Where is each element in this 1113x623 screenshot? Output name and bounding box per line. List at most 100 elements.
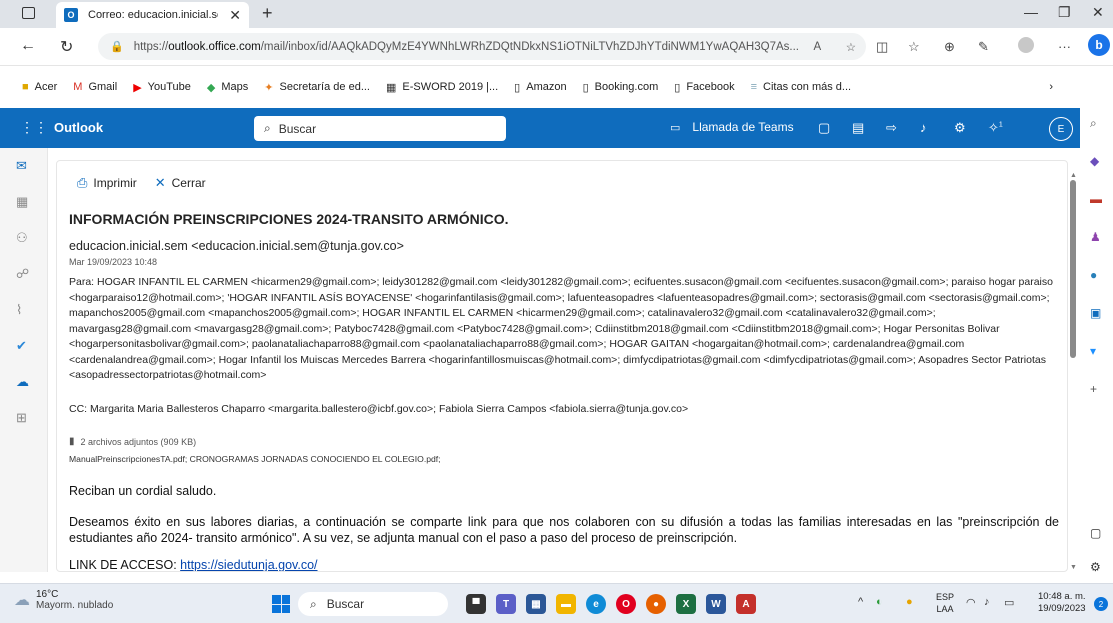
attach-icon[interactable]: ⌇ <box>16 302 22 318</box>
apps-icon[interactable]: ⊞ <box>16 410 27 426</box>
favorite-secretaria[interactable]: ✦ Secretaría de ed... <box>264 81 370 94</box>
acrobat-icon[interactable]: A <box>736 594 756 614</box>
message-sender[interactable]: educacion.inicial.sem <educacion.inicial… <box>69 239 404 253</box>
chrome-icon[interactable]: ● <box>646 594 666 614</box>
tab-actions-icon[interactable] <box>22 7 35 19</box>
scroll-up-icon[interactable]: ▲ <box>1070 172 1077 179</box>
favorite-acer[interactable]: ■ Acer <box>22 81 57 93</box>
toolbox-icon[interactable]: ▬ <box>1090 192 1102 206</box>
microsoft365-icon[interactable]: ● <box>1090 268 1097 282</box>
close-button[interactable]: ✕ Cerrar <box>155 175 206 191</box>
outlook-brand[interactable]: Outlook <box>54 120 103 135</box>
gear-icon[interactable]: ⚙ <box>954 120 966 136</box>
new-tab-icon[interactable]: + <box>262 3 273 24</box>
print-button[interactable]: ⎙ Imprimir <box>77 175 137 191</box>
taskbar-search[interactable]: ⌕ Buscar <box>298 592 448 616</box>
opera-icon[interactable]: O <box>616 594 636 614</box>
collections-icon[interactable]: ⊕ <box>944 39 955 55</box>
drop-icon[interactable]: ▾ <box>1090 344 1096 358</box>
people-icon[interactable]: ⚇ <box>16 230 28 246</box>
minimize-icon[interactable]: — <box>1024 4 1038 20</box>
favorites-icon[interactable]: ☆ <box>908 39 920 55</box>
file-explorer-dark-icon[interactable]: ▀ <box>466 594 486 614</box>
scroll-down-icon[interactable]: ▼ <box>1070 564 1077 571</box>
language-indicator[interactable]: ESP LAA <box>936 591 954 615</box>
groups-icon[interactable]: ☍ <box>16 266 29 282</box>
back-icon[interactable]: ← <box>20 37 36 55</box>
folder-icon: ■ <box>22 81 29 93</box>
attachments-summary[interactable]: ▮ 2 archivos adjuntos (909 KB) <box>69 436 196 447</box>
tray-expand-icon[interactable]: ^ <box>858 596 863 608</box>
favorite-citas[interactable]: ≡ Citas con más d... <box>751 81 851 93</box>
weather-widget[interactable]: ☁ 16°C Mayorm. nublado <box>14 589 113 611</box>
refresh-icon[interactable]: ↻ <box>60 37 73 57</box>
split-screen-icon[interactable]: ◫ <box>876 39 888 55</box>
favorite-esword[interactable]: ▦ E-SWORD 2019 |... <box>386 81 498 94</box>
calendar-icon[interactable]: ▦ <box>16 194 28 210</box>
wifi-icon[interactable]: ◠ <box>966 596 976 609</box>
window-close-icon[interactable]: ✕ <box>1092 4 1104 21</box>
favorites-more-icon[interactable]: › <box>1049 81 1053 93</box>
favorite-gmail[interactable]: M Gmail <box>73 81 117 93</box>
lock-icon: 🔒 <box>110 41 124 53</box>
bing-copilot-icon[interactable]: b <box>1088 34 1110 56</box>
chrome-tray-icon[interactable]: ● <box>906 596 913 608</box>
start-button[interactable] <box>272 595 290 613</box>
tasks-icon[interactable]: ⇨ <box>886 120 897 136</box>
add-icon[interactable]: + <box>1090 382 1097 396</box>
browser-tab[interactable]: O Correo: educacion.inicial.se ✕ <box>56 2 249 28</box>
search-input[interactable]: ⌕ Buscar <box>254 116 506 141</box>
network-app-icon[interactable]: ◐ <box>876 596 883 608</box>
mail-icon[interactable]: ✉ <box>16 158 27 174</box>
favorite-booking[interactable]: ▯ Booking.com <box>583 81 659 94</box>
bell-icon[interactable]: ♪ <box>920 120 927 135</box>
teams-icon[interactable]: T <box>496 594 516 614</box>
close-label: Cerrar <box>171 176 206 190</box>
onedrive-icon[interactable]: ☁ <box>16 374 29 390</box>
user-avatar[interactable]: E <box>1049 117 1073 141</box>
store-icon[interactable]: ▦ <box>526 594 546 614</box>
settings-icon[interactable]: ⚙ <box>1090 560 1101 574</box>
favorite-label: Secretaría de ed... <box>279 81 370 93</box>
outlook-side-icon[interactable]: ▣ <box>1090 306 1101 320</box>
battery-icon[interactable]: ▭ <box>1004 596 1014 609</box>
favorite-amazon[interactable]: ▯ Amazon <box>514 81 566 94</box>
games-icon[interactable]: ♟ <box>1090 230 1101 244</box>
access-link[interactable]: https://siedutunja.gov.co/ <box>180 558 317 571</box>
chat-icon[interactable]: ▢ <box>818 120 830 136</box>
teams-call-button[interactable]: ▭ Llamada de Teams <box>670 120 794 134</box>
favorite-youtube[interactable]: ▶ YouTube <box>133 81 191 94</box>
notebook-icon[interactable]: ▤ <box>852 120 864 136</box>
volume-icon[interactable]: ♪ <box>984 596 990 608</box>
favorite-facebook[interactable]: ▯ Facebook <box>674 81 734 94</box>
excel-icon[interactable]: X <box>676 594 696 614</box>
attachments-list[interactable]: ManualPreinscripcionesTA.pdf; CRONOGRAMA… <box>69 454 441 464</box>
profile-avatar[interactable] <box>1018 37 1034 53</box>
restore-icon[interactable]: ❐ <box>1058 4 1071 21</box>
app-launcher-icon[interactable]: ⋮⋮ <box>20 119 48 136</box>
address-bar[interactable]: 🔒 https://outlook.office.com/mail/inbox/… <box>98 33 866 60</box>
read-aloud-icon[interactable]: A <box>814 41 832 53</box>
printer-icon: ⎙ <box>77 175 88 190</box>
extensions-icon[interactable]: ✎ <box>978 39 989 55</box>
shopping-tag-icon[interactable]: ◆ <box>1090 154 1099 168</box>
todo-icon[interactable]: ✔ <box>16 338 27 354</box>
favorite-label: YouTube <box>147 81 191 93</box>
tab-title: Correo: educacion.inicial.se <box>88 9 218 21</box>
citas-icon: ≡ <box>750 81 758 93</box>
notification-badge[interactable]: 2 <box>1094 597 1108 611</box>
sidebar-layout-icon[interactable]: ▢ <box>1090 526 1101 540</box>
scroll-thumb[interactable] <box>1070 180 1076 358</box>
url-prefix: https:// <box>133 40 169 53</box>
favorite-maps[interactable]: ◆ Maps <box>207 81 248 94</box>
more-menu-icon[interactable]: ··· <box>1058 39 1071 54</box>
search-icon[interactable]: ⌕ <box>1090 116 1097 131</box>
edge-icon[interactable]: e <box>586 594 606 614</box>
word-icon[interactable]: W <box>706 594 726 614</box>
lightbulb-icon[interactable]: ✧1 <box>988 120 1003 136</box>
clock[interactable]: 10:48 a. m. 19/09/2023 <box>1038 591 1086 615</box>
tab-close-icon[interactable]: ✕ <box>229 7 241 24</box>
favorite-star-icon[interactable]: ☆ <box>846 40 866 54</box>
file-explorer-icon[interactable]: ▬ <box>556 594 576 614</box>
pane-scrollbar[interactable]: ▲ ▼ <box>1070 172 1078 572</box>
